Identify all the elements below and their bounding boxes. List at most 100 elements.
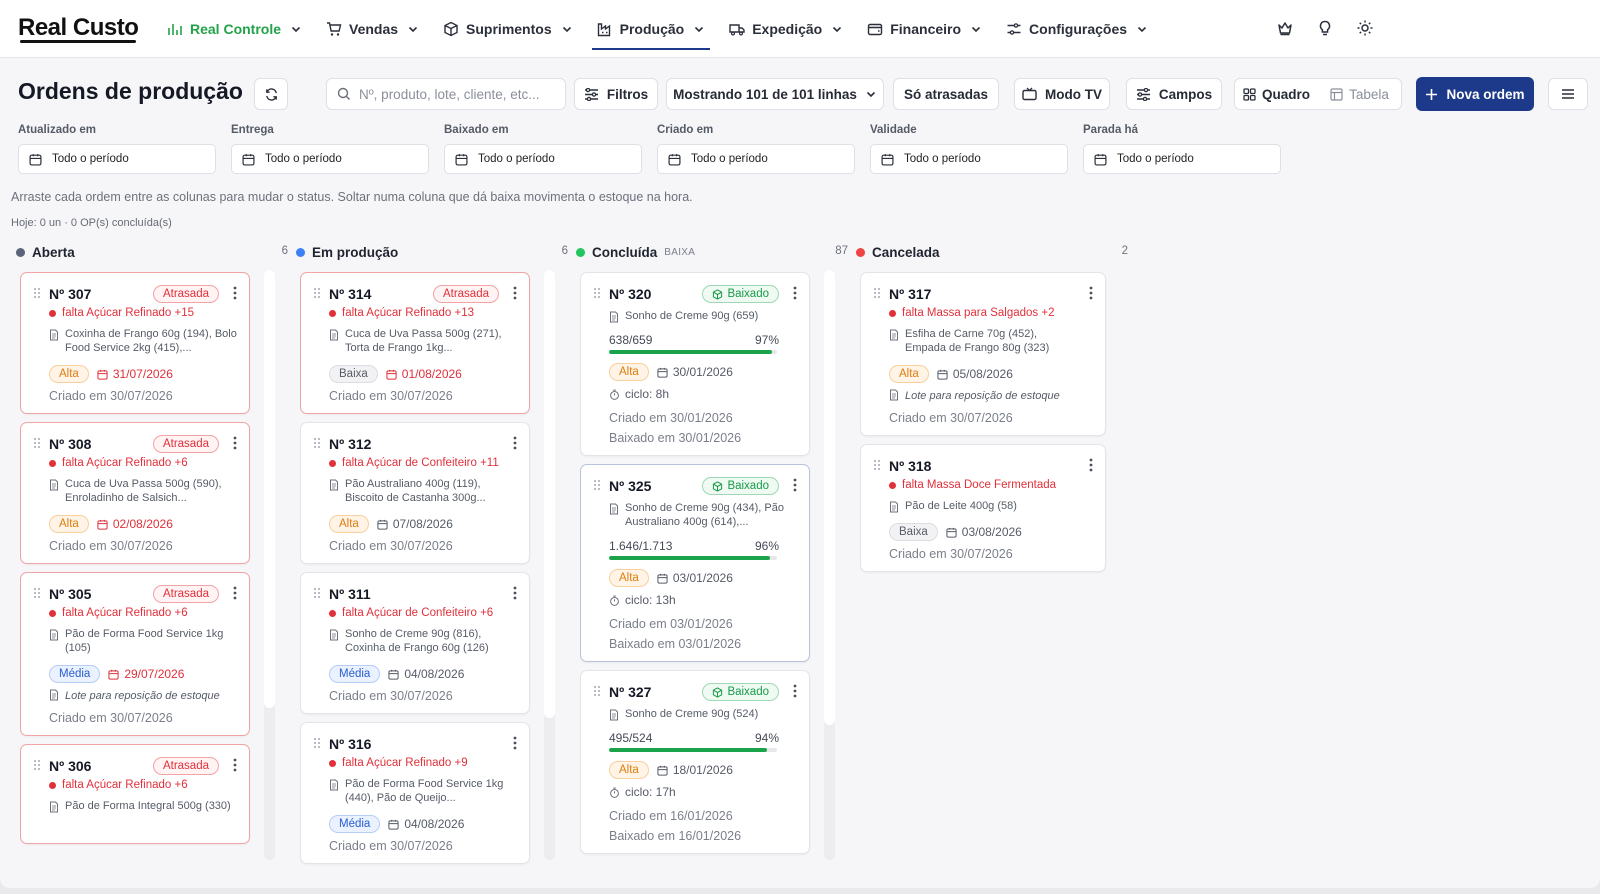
note-text: Lote para reposição de estoque — [905, 390, 1060, 402]
alert-dot — [329, 759, 336, 767]
order-card[interactable]: Nº 312 falta Açúcar de Confeiteiro +11 Pão… — [300, 422, 530, 564]
order-card[interactable]: Nº 317 falta Massa para Salgados +2 Esfiha… — [860, 272, 1106, 436]
column-scrollbar[interactable] — [544, 270, 555, 860]
nav-real-controle[interactable]: Real Controle — [158, 8, 311, 50]
late-badge: Atrasada — [152, 435, 219, 453]
filters-label: Filtros — [606, 86, 649, 102]
tv-mode-button[interactable]: Modo TV — [1014, 78, 1110, 110]
document-icon — [49, 801, 59, 813]
search-box[interactable] — [326, 78, 566, 110]
order-items: Sonho de Creme 90g (659) — [609, 309, 797, 323]
search-input[interactable] — [359, 86, 549, 102]
date-range-picker[interactable]: Todo o período — [231, 144, 429, 174]
more-options-icon[interactable] — [1089, 458, 1093, 472]
view-board-button[interactable]: Quadro — [1235, 79, 1318, 109]
more-options-icon[interactable] — [233, 286, 237, 300]
fields-icon — [1136, 87, 1150, 101]
rows-dropdown[interactable]: Mostrando 101 de 101 linhas — [666, 78, 884, 110]
date-range-picker[interactable]: Todo o período — [18, 144, 216, 174]
items-text: Esfiha de Carne 70g (452), Empada de Fra… — [905, 328, 1050, 354]
date-range-value: Todo o período — [52, 153, 129, 165]
order-card[interactable]: Nº 318 falta Massa Doce Fermentada Pão de … — [860, 444, 1106, 572]
nav-expedicao[interactable]: Expedição — [720, 8, 852, 50]
more-options-icon[interactable] — [793, 478, 797, 492]
fields-button[interactable]: Campos — [1126, 78, 1222, 110]
calendar-icon — [388, 819, 399, 830]
order-card[interactable]: Nº 308 Atrasada falta Açúcar Refinado +6 Cu… — [20, 422, 250, 564]
table-icon — [1330, 87, 1343, 101]
order-card[interactable]: Nº 314 Atrasada falta Açúcar Refinado +13 C… — [300, 272, 530, 414]
refresh-icon — [265, 87, 277, 101]
sun-icon[interactable] — [1356, 19, 1374, 37]
filter-0: Atualizado em Todo o período — [18, 124, 216, 174]
date-range-picker[interactable]: Todo o período — [870, 144, 1068, 174]
closed-badge-label: Baixado — [727, 480, 769, 492]
nav-vendas[interactable]: Vendas — [317, 8, 428, 50]
order-card[interactable]: Nº 325 Baixado Sonho de Creme 90g (434), P… — [580, 464, 810, 662]
due-date-text: 07/08/2026 — [392, 517, 453, 531]
more-options-icon[interactable] — [513, 436, 517, 450]
priority-row: Alta 31/07/2026 — [49, 365, 173, 383]
order-card[interactable]: Nº 306 Atrasada falta Açúcar Refinado +6 Pã… — [20, 744, 250, 844]
alert-dot — [329, 459, 336, 467]
order-number: Nº 320 — [609, 286, 652, 302]
more-options-icon[interactable] — [793, 286, 797, 300]
refresh-button[interactable] — [254, 78, 288, 110]
page-title: Ordens de produção — [18, 78, 243, 104]
crown-icon[interactable] — [1276, 19, 1294, 37]
chevron-down-icon — [865, 88, 877, 100]
date-range-picker[interactable]: Todo o período — [657, 144, 855, 174]
more-options-icon[interactable] — [233, 436, 237, 450]
due-date-text: 05/08/2026 — [952, 367, 1013, 381]
priority-badge: Média — [329, 815, 381, 833]
more-options-icon[interactable] — [513, 586, 517, 600]
document-icon — [609, 503, 619, 515]
more-options-icon[interactable] — [513, 286, 517, 300]
lightbulb-icon[interactable] — [1316, 19, 1334, 37]
filter-label: Baixado em — [444, 124, 509, 136]
menu-button[interactable] — [1548, 78, 1588, 110]
missing-text: falta Massa Doce Fermentada — [902, 479, 1057, 491]
order-card[interactable]: Nº 320 Baixado Sonho de Creme 90g (659) 638… — [580, 272, 810, 456]
order-card[interactable]: Nº 327 Baixado Sonho de Creme 90g (524) 495… — [580, 670, 810, 854]
items-text: Sonho de Creme 90g (659) — [625, 310, 759, 322]
order-card[interactable]: Nº 307 Atrasada falta Açúcar Refinado +15 C… — [20, 272, 250, 414]
calendar-icon — [946, 527, 957, 538]
column-scrollbar[interactable] — [264, 270, 275, 860]
nav-configuracoes[interactable]: Configurações — [997, 8, 1157, 50]
calendar-icon — [657, 573, 668, 584]
chevron-down-icon — [407, 23, 419, 35]
nav-producao[interactable]: Produção — [588, 8, 715, 50]
scrollbar-thumb[interactable] — [544, 270, 555, 718]
order-card[interactable]: Nº 311 falta Açúcar de Confeiteiro +6 Sonh… — [300, 572, 530, 714]
nav-financeiro[interactable]: Financeiro — [858, 8, 991, 50]
column-scrollbar[interactable] — [824, 270, 835, 860]
order-card[interactable]: Nº 316 falta Açúcar Refinado +9 Pão de For… — [300, 722, 530, 864]
calendar-icon — [937, 369, 948, 380]
more-options-icon[interactable] — [513, 736, 517, 750]
date-range-picker[interactable]: Todo o período — [1083, 144, 1281, 174]
view-table-button[interactable]: Tabela — [1318, 79, 1401, 109]
more-options-icon[interactable] — [233, 758, 237, 772]
scrollbar-thumb[interactable] — [824, 270, 835, 725]
missing-material: falta Açúcar Refinado +13 — [329, 307, 474, 319]
more-options-icon[interactable] — [793, 684, 797, 698]
order-number: Nº 327 — [609, 684, 652, 700]
more-options-icon[interactable] — [1089, 286, 1093, 300]
order-card[interactable]: Nº 305 Atrasada falta Açúcar Refinado +6 Pã… — [20, 572, 250, 736]
closed-badge-label: Baixado — [727, 686, 769, 698]
nav-suprimentos[interactable]: Suprimentos — [434, 8, 582, 50]
late-only-button[interactable]: Só atrasadas — [893, 78, 999, 110]
calendar-icon — [1094, 153, 1107, 166]
more-options-icon[interactable] — [233, 586, 237, 600]
logo[interactable]: Real Custo — [18, 14, 139, 43]
cube-icon — [712, 289, 723, 300]
drag-handle-icon — [33, 759, 41, 771]
filters-button[interactable]: Filtros — [574, 78, 658, 110]
new-order-button[interactable]: Nova ordem — [1416, 77, 1534, 111]
scrollbar-thumb[interactable] — [264, 270, 275, 708]
chevron-down-icon — [831, 23, 843, 35]
date-range-picker[interactable]: Todo o período — [444, 144, 642, 174]
view-toggle: Quadro Tabela — [1234, 78, 1402, 110]
items-text: Pão de Forma Integral 500g (330) — [65, 800, 231, 812]
